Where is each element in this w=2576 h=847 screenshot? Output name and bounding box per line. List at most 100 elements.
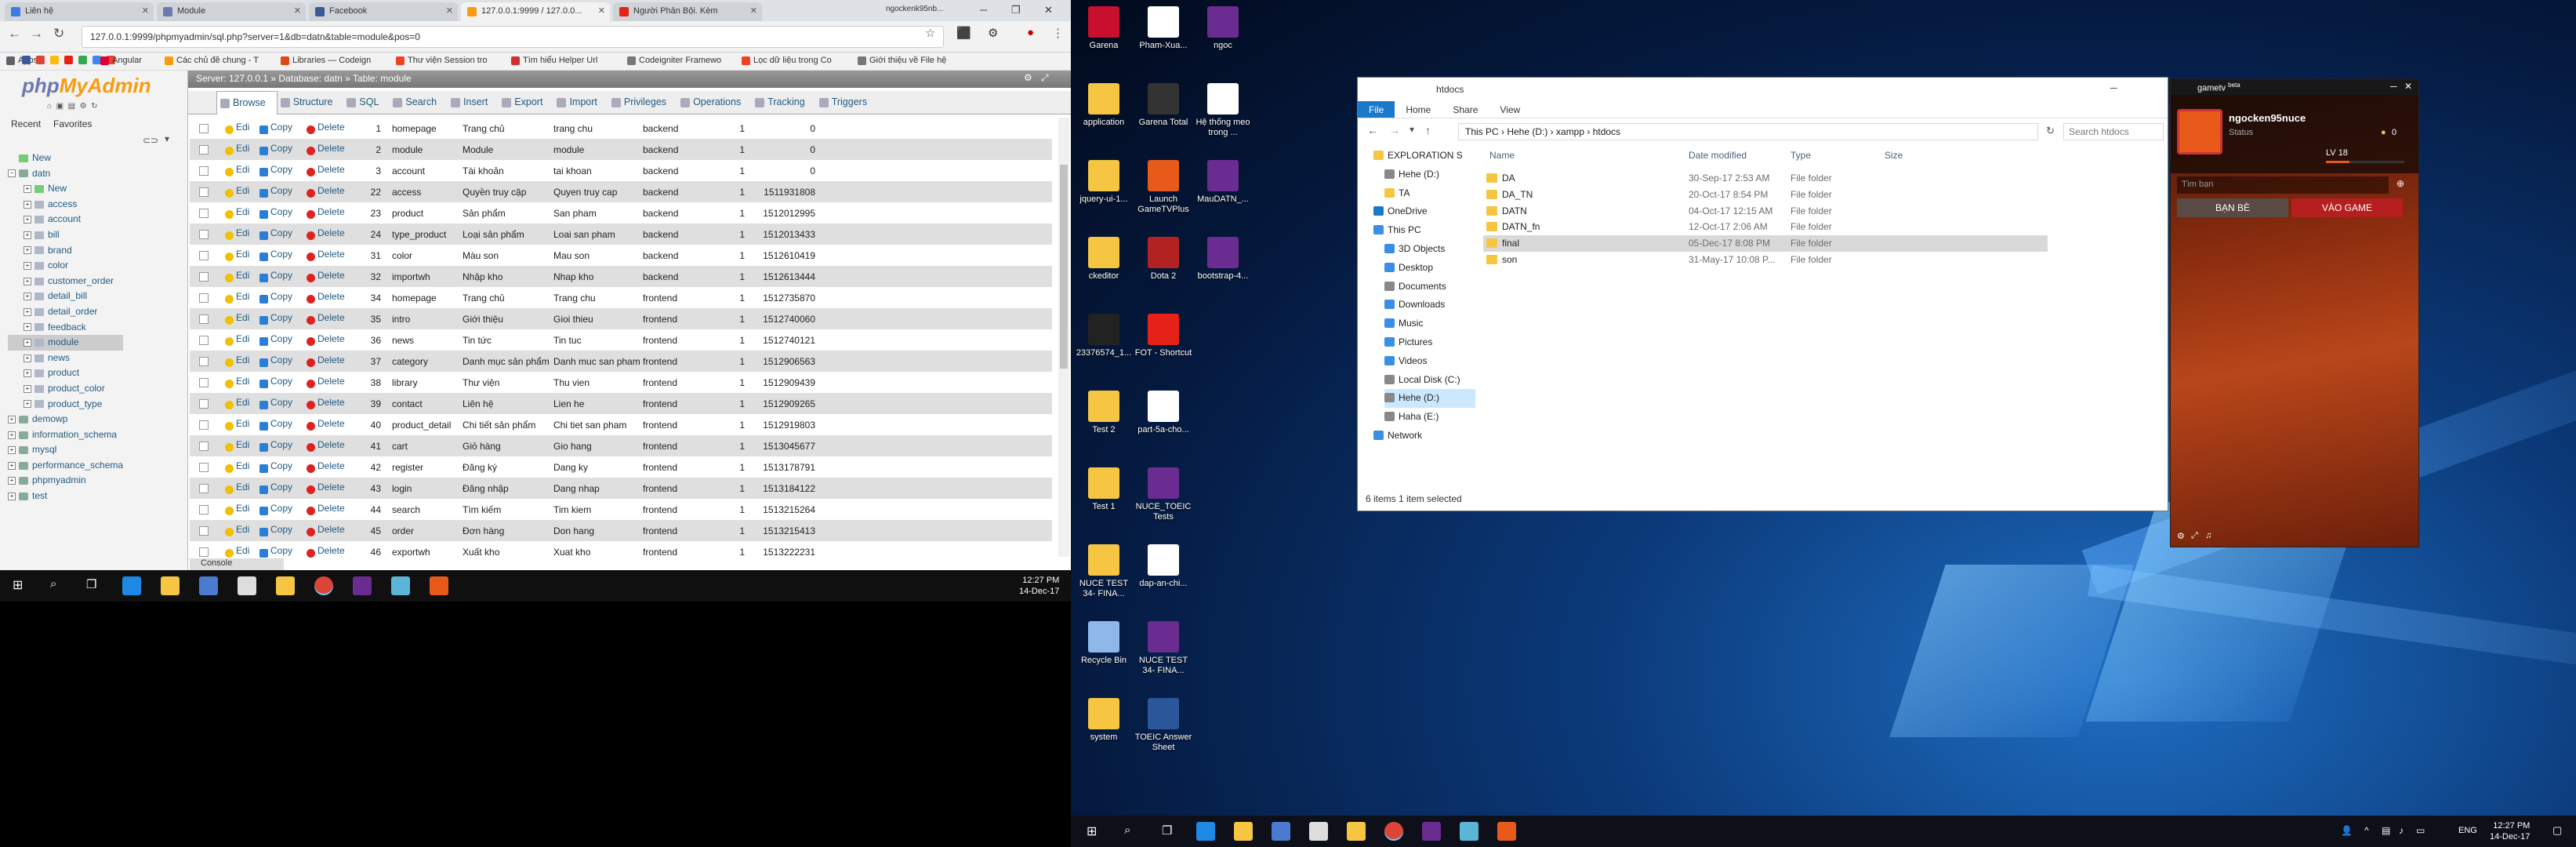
nav-pane-item[interactable]: Pictures xyxy=(1384,333,1475,352)
cell-id[interactable]: 35 xyxy=(359,314,381,325)
copy-link[interactable]: Copy xyxy=(257,503,304,516)
cell-created[interactable]: 1512740060 xyxy=(745,314,815,325)
collapse-icon[interactable]: ⤢ xyxy=(1041,72,1049,84)
cell-name[interactable]: access xyxy=(392,187,463,198)
expand-icon[interactable]: + xyxy=(24,200,31,209)
cell-status[interactable]: 1 xyxy=(721,314,745,325)
cell-type[interactable]: frontend xyxy=(643,462,721,473)
desktop-icon[interactable]: Hệ thống meo trong ... xyxy=(1193,83,1253,138)
cell-id[interactable]: 32 xyxy=(359,271,381,282)
cell-id[interactable]: 37 xyxy=(359,356,381,367)
edit-link[interactable]: Edit xyxy=(223,545,249,558)
delete-link[interactable]: Delete xyxy=(304,249,359,262)
nav-pane-item[interactable]: Videos xyxy=(1384,352,1475,371)
cell-slug[interactable]: Loai san pham xyxy=(553,229,643,240)
reload-icon[interactable]: ↻ xyxy=(91,102,97,111)
nav-pane-item[interactable]: Downloads xyxy=(1384,296,1475,314)
cell-id[interactable]: 24 xyxy=(359,229,381,240)
cell-name[interactable]: category xyxy=(392,356,463,367)
tree-database-item[interactable]: + performance_schema xyxy=(8,458,123,474)
bookmark-item[interactable]: Các chủ đề chung - T xyxy=(165,56,259,65)
delete-link[interactable]: Delete xyxy=(304,439,359,453)
expand-icon[interactable]: + xyxy=(24,185,31,194)
tree-table-item[interactable]: + customer_order xyxy=(8,274,123,289)
cell-title[interactable]: Liên hệ xyxy=(463,398,553,409)
docs-icon[interactable]: ▣ xyxy=(56,102,63,111)
search-icon[interactable]: ⌕ xyxy=(1124,823,1130,837)
cell-id[interactable]: 46 xyxy=(359,547,381,558)
cell-status[interactable]: 1 xyxy=(721,250,745,261)
tree-label[interactable]: detail_order xyxy=(48,306,97,317)
delete-link[interactable]: Delete xyxy=(304,164,359,177)
cell-created[interactable]: 1513215413 xyxy=(745,525,815,536)
tree-label[interactable]: New xyxy=(48,183,67,194)
tree-database-item[interactable]: + information_schema xyxy=(8,427,123,443)
tree-table-item[interactable]: + brand xyxy=(8,243,123,259)
bookmark-item[interactable]: Thư viện Session tro xyxy=(396,56,488,65)
expand-icon[interactable]: + xyxy=(24,261,31,270)
cell-name[interactable]: homepage xyxy=(392,123,463,134)
cell-name[interactable]: exportwh xyxy=(392,547,463,558)
ribbon-view[interactable]: View xyxy=(1489,101,1531,118)
cell-created[interactable]: 1512909439 xyxy=(745,377,815,388)
task-view-icon[interactable]: ❐ xyxy=(1162,823,1172,838)
cell-name[interactable]: importwh xyxy=(392,271,463,282)
copy-link[interactable]: Copy xyxy=(257,354,304,368)
edit-link[interactable]: Edit xyxy=(223,270,249,283)
row-checkbox[interactable] xyxy=(199,547,209,557)
cell-name[interactable]: account xyxy=(392,165,463,176)
refresh-icon[interactable]: ↻ xyxy=(2046,125,2055,137)
cell-id[interactable]: 44 xyxy=(359,504,381,515)
file-explorer-icon[interactable] xyxy=(161,576,180,595)
cell-name[interactable]: homepage xyxy=(392,293,463,304)
cell-type[interactable]: backend xyxy=(643,250,721,261)
desktop-icon[interactable]: system xyxy=(1074,698,1134,743)
cell-slug[interactable]: San pham xyxy=(553,208,643,219)
volume-icon[interactable]: ♪ xyxy=(2399,825,2404,836)
expand-icon[interactable]: + xyxy=(24,369,31,378)
row-checkbox[interactable] xyxy=(199,525,209,536)
row-checkbox[interactable] xyxy=(199,123,209,133)
cell-id[interactable]: 42 xyxy=(359,462,381,473)
edit-link[interactable]: Edit xyxy=(223,164,249,177)
col-name[interactable]: Name xyxy=(1489,150,1515,161)
cell-id[interactable]: 43 xyxy=(359,483,381,494)
clock-left[interactable]: 12:27 PM 14-Dec-17 xyxy=(1019,575,1059,597)
cell-type[interactable]: frontend xyxy=(643,525,721,536)
edit-link[interactable]: Edit xyxy=(223,143,249,156)
extension-icon[interactable]: ● xyxy=(1027,26,1034,39)
back-icon[interactable]: ← xyxy=(8,26,21,42)
delete-link[interactable]: Delete xyxy=(304,376,359,389)
delete-link[interactable]: Delete xyxy=(304,397,359,410)
clock-right[interactable]: 12:27 PM 14-Dec-17 xyxy=(2490,820,2530,842)
close-icon[interactable]: ✕ xyxy=(750,5,757,16)
extension-icon[interactable]: ⚙ xyxy=(988,26,998,40)
delete-link[interactable]: Delete xyxy=(304,524,359,537)
cell-id[interactable]: 36 xyxy=(359,335,381,346)
cell-name[interactable]: search xyxy=(392,504,463,515)
row-checkbox[interactable] xyxy=(199,144,209,154)
file-row[interactable]: DATN_fn 12-Oct-17 2:06 AM File folder xyxy=(1483,219,2048,235)
tab-insert[interactable]: Insert xyxy=(448,91,499,115)
tree-table-item[interactable]: + product_color xyxy=(8,381,123,397)
cell-created[interactable]: 0 xyxy=(745,123,815,134)
expand-icon[interactable]: + xyxy=(8,431,16,439)
console-tab[interactable]: Console xyxy=(190,558,284,570)
copy-link[interactable]: Copy xyxy=(257,122,304,135)
desktop-icon[interactable]: jquery-ui-1... xyxy=(1074,160,1134,205)
cell-type[interactable]: frontend xyxy=(643,441,721,452)
cell-type[interactable]: frontend xyxy=(643,335,721,346)
cell-slug[interactable]: Tin tuc xyxy=(553,335,643,346)
tab-triggers[interactable]: Triggers xyxy=(816,91,878,115)
copy-link[interactable]: Copy xyxy=(257,206,304,220)
tab-operations[interactable]: Operations xyxy=(677,91,752,115)
cell-created[interactable]: 1512012995 xyxy=(745,208,815,219)
desktop-icon[interactable]: dap-an-chi... xyxy=(1134,544,1193,589)
row-checkbox[interactable] xyxy=(199,398,209,409)
cell-title[interactable]: Tin tức xyxy=(463,335,553,346)
row-checkbox[interactable] xyxy=(199,229,209,239)
cell-created[interactable]: 1513045677 xyxy=(745,441,815,452)
row-checkbox[interactable] xyxy=(199,208,209,218)
mail-icon[interactable] xyxy=(1309,822,1328,841)
cell-created[interactable]: 1513178791 xyxy=(745,462,815,473)
